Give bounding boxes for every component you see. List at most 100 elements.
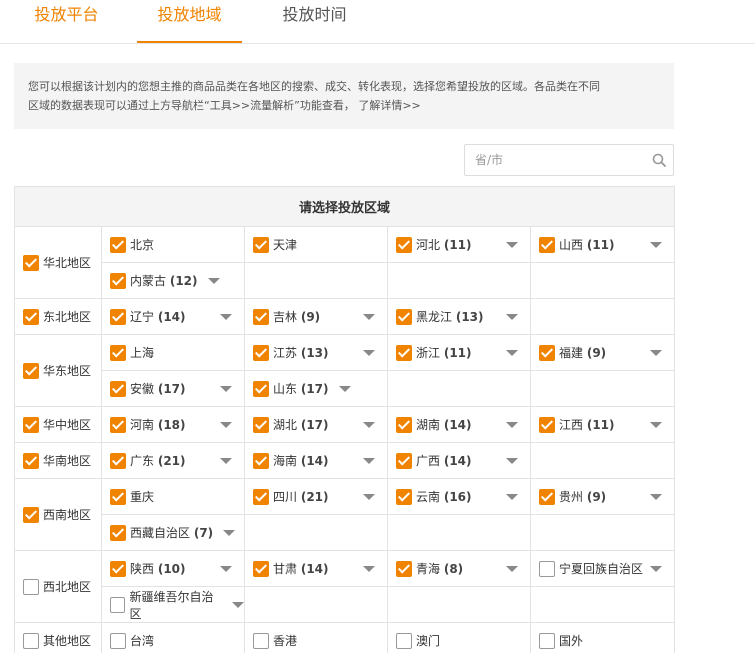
- expand-chevron-down-icon[interactable]: [363, 314, 375, 320]
- province-option[interactable]: 河南 (18): [110, 407, 244, 442]
- expand-chevron-down-icon[interactable]: [506, 494, 518, 500]
- region-checkbox[interactable]: [23, 308, 39, 325]
- expand-chevron-down-icon[interactable]: [506, 314, 518, 320]
- province-option[interactable]: 四川 (21): [253, 479, 387, 514]
- region-checkbox[interactable]: [23, 578, 39, 595]
- tab-region[interactable]: 投放地域: [137, 0, 242, 44]
- learn-more-link[interactable]: 了解详情>>: [358, 99, 420, 112]
- region-option[interactable]: 华南地区: [23, 443, 101, 478]
- tab-time[interactable]: 投放时间: [262, 0, 367, 44]
- province-option[interactable]: 湖北 (17): [253, 407, 387, 442]
- province-option[interactable]: 广东 (21): [110, 443, 244, 478]
- expand-chevron-down-icon[interactable]: [506, 422, 518, 428]
- expand-chevron-down-icon[interactable]: [650, 566, 663, 572]
- province-checkbox[interactable]: [396, 488, 412, 505]
- expand-chevron-down-icon[interactable]: [506, 566, 518, 572]
- province-option[interactable]: 江西 (11): [539, 407, 674, 442]
- expand-chevron-down-icon[interactable]: [338, 385, 351, 392]
- province-checkbox[interactable]: [110, 632, 126, 649]
- province-checkbox[interactable]: [110, 344, 126, 361]
- province-checkbox[interactable]: [396, 560, 412, 577]
- province-option[interactable]: 湖南 (14): [396, 407, 530, 442]
- tab-platform[interactable]: 投放平台: [14, 0, 119, 44]
- expand-chevron-down-icon[interactable]: [220, 422, 232, 428]
- province-checkbox[interactable]: [110, 596, 126, 613]
- province-checkbox[interactable]: [253, 308, 269, 325]
- province-option[interactable]: 辽宁 (14): [110, 299, 244, 334]
- province-option[interactable]: 河北 (11): [396, 227, 530, 262]
- province-checkbox[interactable]: [539, 416, 555, 433]
- province-option[interactable]: 安徽 (17): [110, 371, 244, 406]
- expand-chevron-down-icon[interactable]: [363, 458, 375, 464]
- expand-chevron-down-icon[interactable]: [506, 458, 518, 464]
- province-checkbox[interactable]: [110, 308, 126, 325]
- province-option[interactable]: 宁夏回族自治区: [539, 551, 674, 586]
- region-option[interactable]: 西北地区: [23, 551, 101, 622]
- expand-chevron-down-icon[interactable]: [220, 566, 232, 572]
- province-checkbox[interactable]: [110, 416, 126, 433]
- expand-chevron-down-icon[interactable]: [363, 494, 375, 500]
- province-checkbox[interactable]: [396, 452, 412, 469]
- province-option[interactable]: 福建 (9): [539, 335, 674, 370]
- province-option[interactable]: 吉林 (9): [253, 299, 387, 334]
- province-checkbox[interactable]: [253, 416, 269, 433]
- province-option[interactable]: 内蒙古 (12): [110, 263, 244, 298]
- province-checkbox[interactable]: [396, 416, 412, 433]
- province-option[interactable]: 上海: [110, 335, 244, 370]
- province-checkbox[interactable]: [253, 344, 269, 361]
- province-option[interactable]: 浙江 (11): [396, 335, 530, 370]
- region-option[interactable]: 西南地区: [23, 479, 101, 550]
- province-option[interactable]: 国外: [539, 623, 674, 653]
- region-option[interactable]: 华东地区: [23, 335, 101, 406]
- expand-chevron-down-icon[interactable]: [363, 566, 375, 572]
- expand-chevron-down-icon[interactable]: [650, 422, 663, 428]
- province-checkbox[interactable]: [253, 452, 269, 469]
- province-option[interactable]: 贵州 (9): [539, 479, 674, 514]
- expand-chevron-down-icon[interactable]: [232, 601, 244, 608]
- province-option[interactable]: 云南 (16): [396, 479, 530, 514]
- province-option[interactable]: 青海 (8): [396, 551, 530, 586]
- province-checkbox[interactable]: [110, 380, 126, 397]
- province-checkbox[interactable]: [110, 560, 126, 577]
- region-checkbox[interactable]: [23, 416, 39, 433]
- province-checkbox[interactable]: [539, 236, 555, 253]
- search-icon[interactable]: [651, 152, 667, 168]
- region-checkbox[interactable]: [23, 506, 39, 523]
- expand-chevron-down-icon[interactable]: [506, 350, 518, 356]
- province-option[interactable]: 台湾: [110, 623, 244, 653]
- region-checkbox[interactable]: [23, 632, 39, 649]
- province-option[interactable]: 江苏 (13): [253, 335, 387, 370]
- province-checkbox[interactable]: [253, 488, 269, 505]
- expand-chevron-down-icon[interactable]: [223, 529, 236, 536]
- province-option[interactable]: 广西 (14): [396, 443, 530, 478]
- province-checkbox[interactable]: [253, 632, 269, 649]
- expand-chevron-down-icon[interactable]: [363, 422, 375, 428]
- province-option[interactable]: 新疆维吾尔自治区: [110, 587, 244, 622]
- expand-chevron-down-icon[interactable]: [650, 350, 663, 356]
- province-checkbox[interactable]: [396, 236, 412, 253]
- province-option[interactable]: 甘肃 (14): [253, 551, 387, 586]
- expand-chevron-down-icon[interactable]: [650, 494, 663, 500]
- expand-chevron-down-icon[interactable]: [207, 277, 220, 284]
- province-checkbox[interactable]: [110, 236, 126, 253]
- province-checkbox[interactable]: [253, 380, 269, 397]
- province-option[interactable]: 山西 (11): [539, 227, 674, 262]
- province-option[interactable]: 海南 (14): [253, 443, 387, 478]
- province-checkbox[interactable]: [539, 632, 555, 649]
- province-option[interactable]: 黑龙江 (13): [396, 299, 530, 334]
- province-option[interactable]: 陕西 (10): [110, 551, 244, 586]
- expand-chevron-down-icon[interactable]: [220, 314, 232, 320]
- province-checkbox[interactable]: [110, 452, 126, 469]
- region-checkbox[interactable]: [23, 362, 39, 379]
- region-option[interactable]: 华中地区: [23, 407, 101, 442]
- expand-chevron-down-icon[interactable]: [650, 242, 663, 248]
- expand-chevron-down-icon[interactable]: [363, 350, 375, 356]
- expand-chevron-down-icon[interactable]: [506, 242, 518, 248]
- region-checkbox[interactable]: [23, 254, 39, 271]
- province-option[interactable]: 西藏自治区 (7): [110, 515, 244, 550]
- province-option[interactable]: 天津: [253, 227, 387, 262]
- province-checkbox[interactable]: [110, 524, 126, 541]
- region-checkbox[interactable]: [23, 452, 39, 469]
- province-option[interactable]: 澳门: [396, 623, 530, 653]
- province-checkbox[interactable]: [539, 560, 555, 577]
